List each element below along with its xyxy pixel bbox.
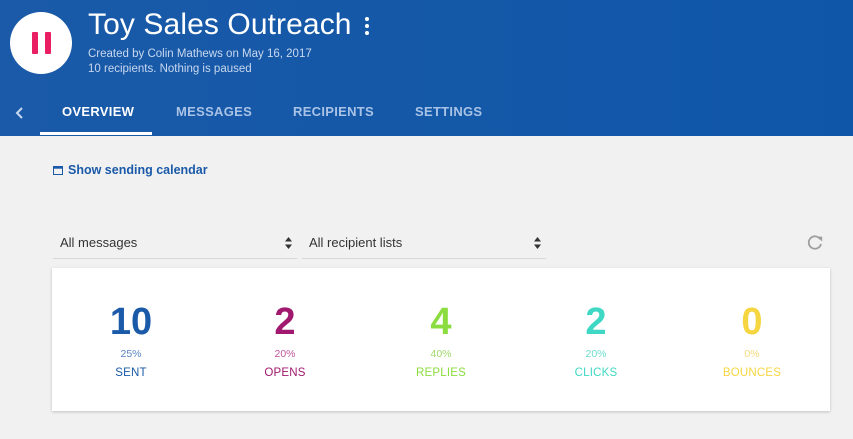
tab-settings[interactable]: SETTINGS [415, 104, 482, 119]
stat-value: 4 [430, 301, 452, 343]
stat-label: CLICKS [574, 367, 618, 379]
tab-recipients[interactable]: RECIPIENTS [293, 104, 374, 119]
stat-percent: 20% [585, 348, 607, 360]
stat-percent: 40% [430, 348, 452, 360]
stat-value: 0 [741, 301, 763, 343]
stat-value: 2 [585, 301, 607, 343]
more-options-icon[interactable] [361, 14, 373, 38]
tab-overview[interactable]: OVERVIEW [62, 104, 134, 119]
created-by-text: Created by Colin Mathews on May 16, 2017 [88, 48, 312, 60]
recipient-lists-filter-select[interactable]: All recipient lists [302, 228, 546, 259]
calendar-icon [53, 166, 63, 175]
active-tab-indicator [40, 132, 152, 135]
select-arrows-icon [534, 237, 541, 249]
campaign-header: Toy Sales Outreach Created by Colin Math… [0, 0, 853, 136]
recipients-status-text: 10 recipients. Nothing is paused [88, 63, 252, 75]
chevron-left-icon[interactable] [10, 103, 30, 123]
recipient-lists-filter-value: All recipient lists [309, 235, 403, 250]
select-arrows-icon [285, 237, 292, 249]
stat-percent: 25% [120, 348, 142, 360]
page-title: Toy Sales Outreach [88, 8, 352, 41]
pause-icon [31, 32, 51, 54]
stat-label: OPENS [264, 367, 306, 379]
tab-messages[interactable]: MESSAGES [176, 104, 252, 119]
messages-filter-value: All messages [60, 235, 138, 250]
stat-label: REPLIES [416, 367, 466, 379]
show-sending-calendar-link[interactable]: Show sending calendar [53, 163, 208, 177]
refresh-icon[interactable] [806, 234, 824, 252]
stat-value: 10 [109, 301, 153, 343]
stat-value: 2 [274, 301, 296, 343]
campaign-avatar[interactable] [10, 12, 72, 74]
stats-card: 10 25% SENT 2 20% OPENS 4 40% REPLIES 2 … [52, 268, 830, 411]
stat-percent: 0% [744, 348, 760, 360]
stat-label: BOUNCES [722, 367, 782, 379]
stat-percent: 20% [274, 348, 296, 360]
show-sending-calendar-label: Show sending calendar [68, 163, 208, 177]
stat-label: SENT [115, 367, 147, 379]
messages-filter-select[interactable]: All messages [53, 228, 297, 259]
